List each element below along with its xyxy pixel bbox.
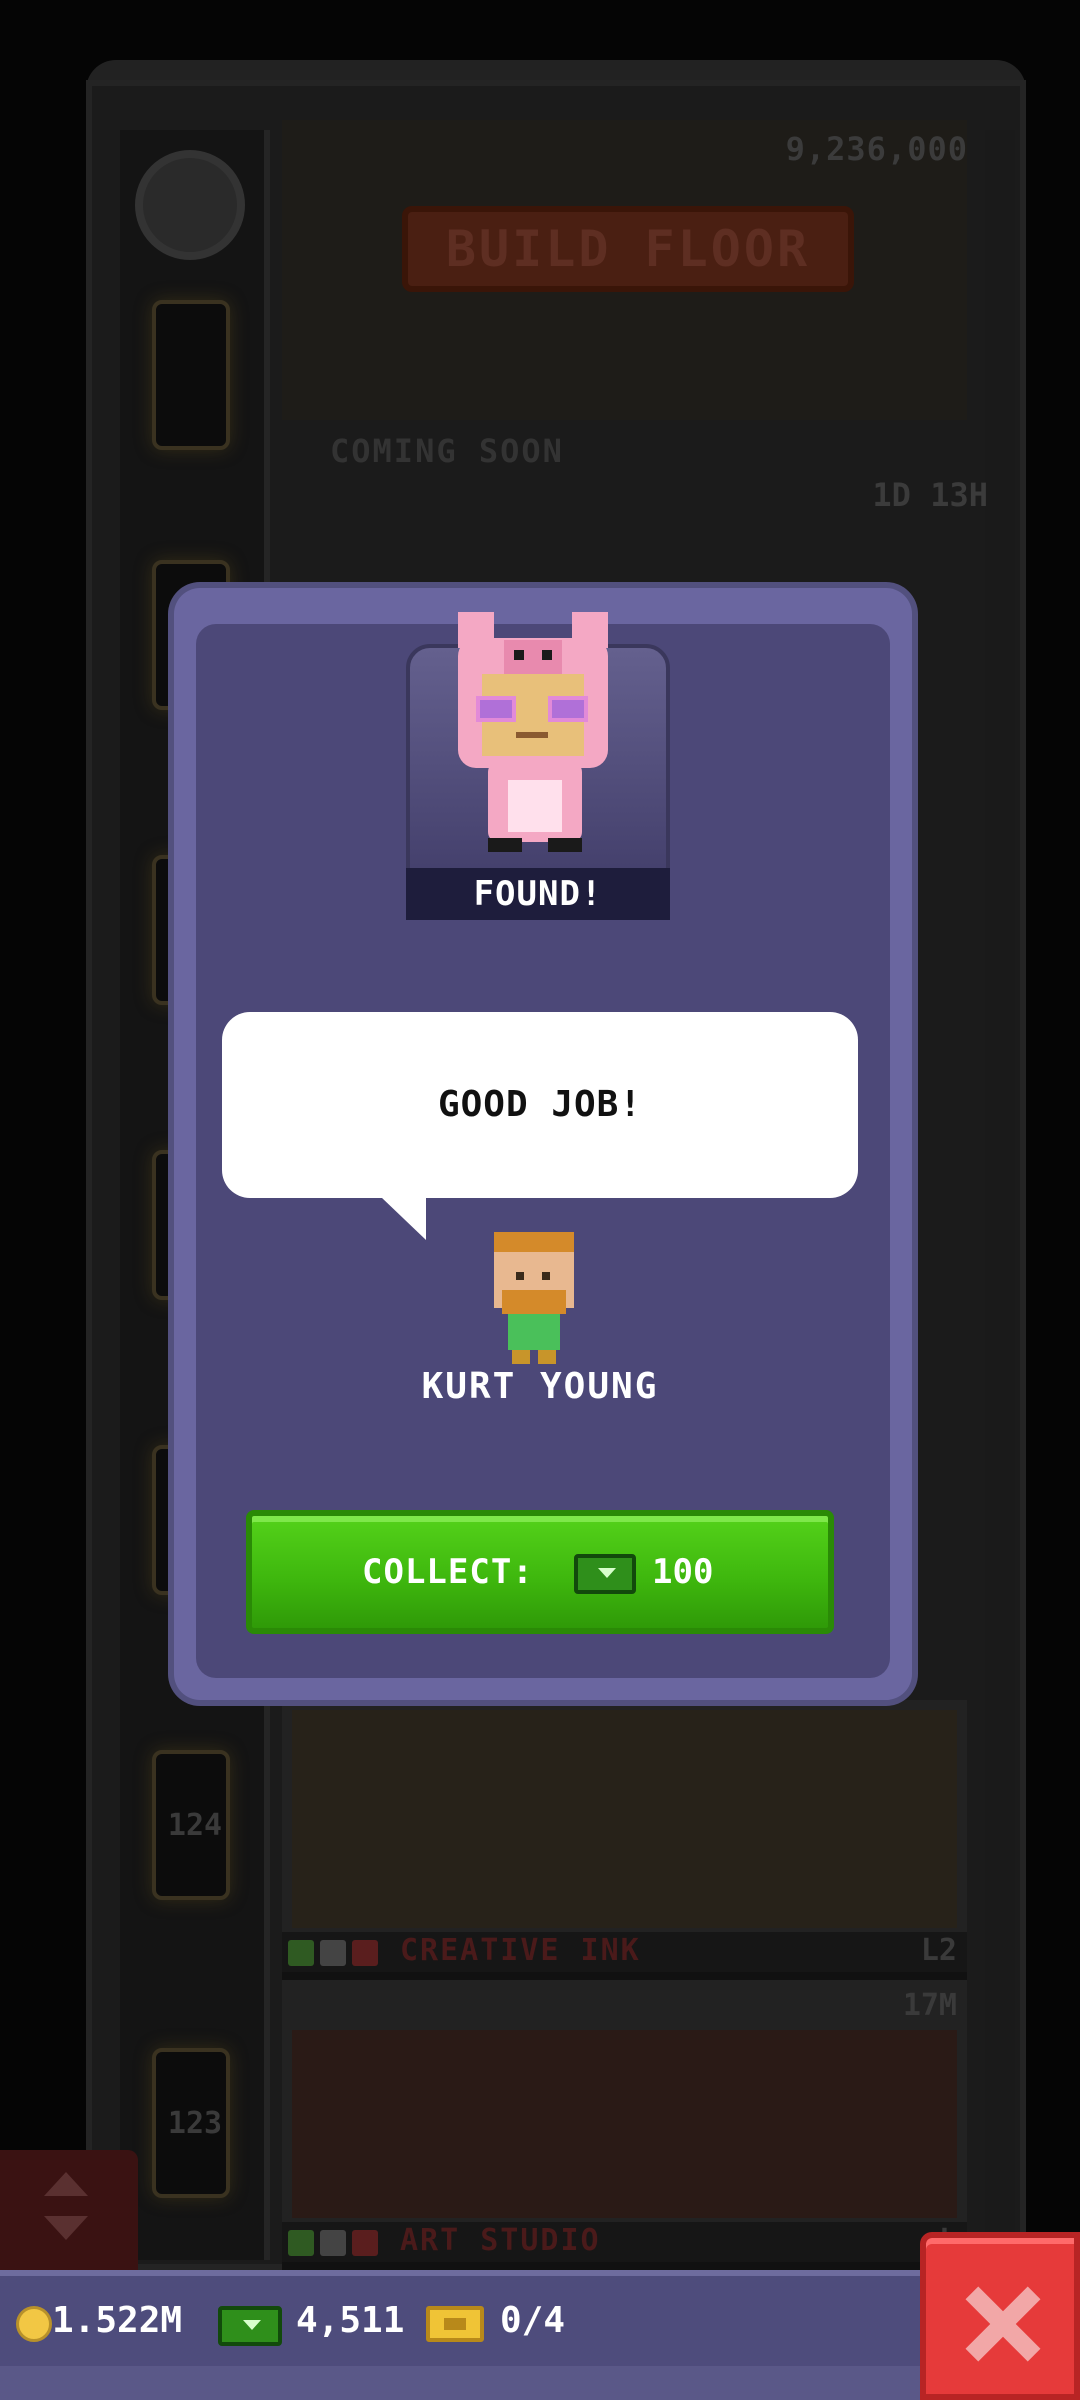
arrow-down-icon: [44, 2216, 88, 2240]
clock-icon: [320, 2230, 346, 2256]
check-icon: [288, 1940, 314, 1966]
floor-art-studio: 17M ART STUDIO L: [282, 1980, 967, 2270]
floor-price: 17M: [902, 1988, 957, 2023]
clock-icon: [320, 1940, 346, 1966]
speech-bubble-text: GOOD JOB!: [437, 1084, 643, 1125]
elevator-floor-number: 124: [167, 1808, 223, 1843]
elevator-slot: [152, 300, 230, 450]
timer-label: 1D 13H: [872, 476, 988, 514]
collect-button-label: COLLECT:: [362, 1552, 534, 1592]
build-cost: 9,236,000: [785, 130, 968, 168]
floor-status-icons: [288, 2230, 378, 2256]
arrow-up-icon: [44, 2172, 88, 2196]
tickets-amount: 0/4: [500, 2300, 566, 2341]
floor-interior: [292, 2030, 957, 2218]
bux-icon: [574, 1554, 636, 1594]
collect-button[interactable]: COLLECT: 100: [246, 1510, 834, 1634]
speech-bubble-tail: [380, 1196, 426, 1240]
alert-icon: [352, 2230, 378, 2256]
floor-bar: ART STUDIO L: [282, 2222, 967, 2262]
elevator-button[interactable]: [0, 2150, 138, 2270]
fan-icon: [135, 150, 245, 260]
bux-amount: 4,511: [296, 2300, 405, 2341]
coins-amount: 1.522M: [52, 2300, 183, 2341]
pig-costume-icon: [448, 612, 618, 862]
bux-icon: [218, 2306, 282, 2346]
floor-bar: CREATIVE INK L2: [282, 1932, 967, 1972]
floor-level: L2: [920, 1933, 957, 1968]
bitizen-name: KURT YOUNG: [421, 1366, 659, 1407]
coin-icon: [16, 2306, 52, 2342]
ticket-icon: [426, 2306, 484, 2342]
floor-name: ART STUDIO: [400, 2223, 601, 2258]
build-floor-sign: BUILD FLOOR: [402, 206, 854, 292]
close-button[interactable]: [920, 2232, 1080, 2400]
floor-name: CREATIVE INK: [400, 1933, 641, 1968]
floor-creative-ink: CREATIVE INK L2: [282, 1700, 967, 1980]
alert-icon: [352, 1940, 378, 1966]
bottom-hud: 1.522M 4,511 0/4: [0, 2270, 1080, 2400]
side-rail: [985, 130, 1015, 2260]
check-icon: [288, 2230, 314, 2256]
found-label: FOUND!: [406, 868, 670, 920]
currency-bar: 1.522M 4,511 0/4: [0, 2270, 930, 2366]
coming-soon-label: COMING SOON: [330, 432, 564, 470]
floor-interior: [292, 1710, 957, 1928]
bitizen-avatar: [490, 1232, 580, 1368]
floor-status-icons: [288, 1940, 378, 1966]
collect-amount: 100: [652, 1552, 714, 1592]
elevator-floor-number: 123: [167, 2106, 223, 2141]
close-icon: [964, 2286, 1040, 2362]
